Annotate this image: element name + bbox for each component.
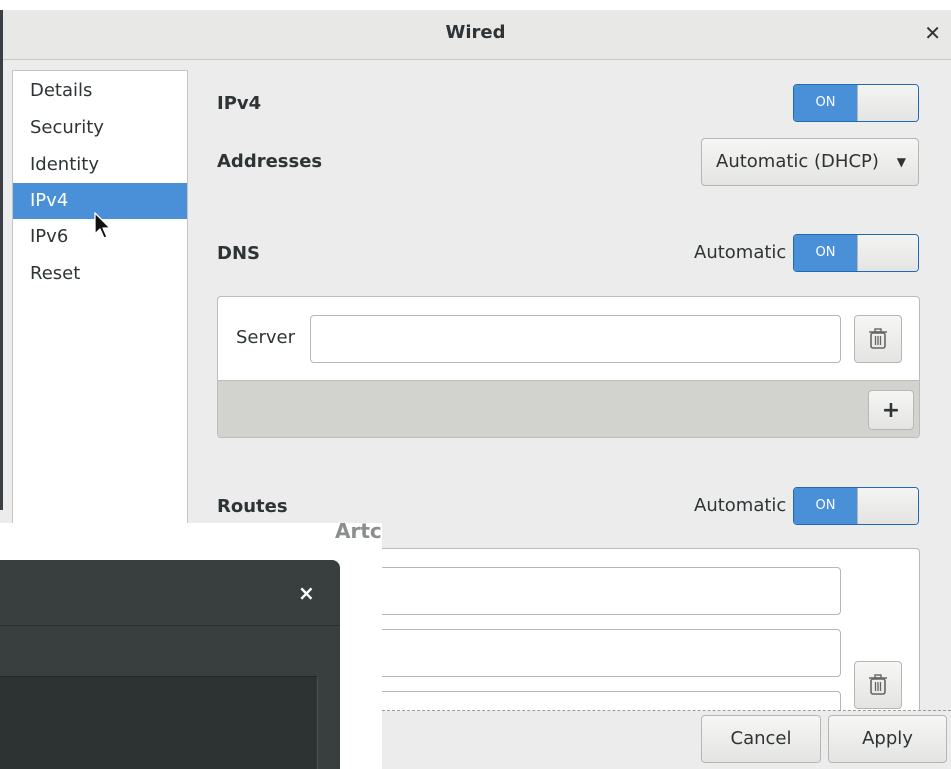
chevron-down-icon: ▼ (896, 155, 906, 169)
close-icon[interactable]: ✕ (924, 22, 941, 44)
cancel-button[interactable]: Cancel (701, 715, 821, 763)
switch-on-label: ON (794, 235, 857, 271)
addresses-dropdown[interactable]: Automatic (DHCP) ▼ (701, 138, 919, 186)
top-strip (0, 0, 951, 10)
ipv4-switch[interactable]: ON (793, 84, 919, 122)
add-server-button[interactable]: + (868, 390, 914, 430)
switch-knob (857, 235, 918, 271)
close-icon[interactable]: × (298, 581, 315, 605)
action-bar-divider (382, 710, 951, 711)
route-address-input[interactable] (308, 567, 841, 615)
routes-automatic-label: Automatic (694, 495, 787, 516)
trash-icon (869, 328, 887, 349)
dns-server-panel: Server + (217, 296, 920, 438)
routes-label: Routes (217, 496, 288, 517)
window-edge (0, 10, 3, 510)
ipv4-label: IPv4 (217, 93, 262, 114)
dark-window-content (0, 676, 318, 769)
sidebar-item-identity[interactable]: Identity (13, 147, 187, 183)
mouse-pointer-icon (94, 212, 111, 239)
sidebar-item-security[interactable]: Security (13, 110, 187, 146)
addresses-value: Automatic (DHCP) (716, 151, 879, 172)
switch-on-label: ON (794, 488, 857, 524)
header-divider (0, 625, 340, 626)
sidebar-item-reset[interactable]: Reset (13, 256, 187, 292)
sidebar-item-details[interactable]: Details (13, 73, 187, 109)
apply-button[interactable]: Apply (828, 715, 947, 763)
sidebar: Details Security Identity IPv4 IPv6 Rese… (12, 70, 188, 530)
delete-route-button[interactable] (854, 661, 902, 709)
dns-automatic-switch[interactable]: ON (793, 234, 919, 272)
switch-knob (857, 85, 918, 121)
background-window-title: Artc (335, 519, 382, 543)
addresses-label: Addresses (217, 151, 323, 172)
dns-server-input[interactable] (310, 315, 841, 363)
routes-automatic-switch[interactable]: ON (793, 487, 919, 525)
background-dark-window: × (0, 560, 340, 769)
dns-panel-toolbar: + (218, 380, 919, 437)
route-netmask-input[interactable] (308, 629, 841, 677)
window-title: Wired (445, 22, 506, 43)
trash-icon (869, 674, 887, 695)
titlebar: Wired ✕ (0, 10, 951, 60)
server-label: Server (236, 327, 296, 348)
switch-knob (857, 488, 918, 524)
dns-label: DNS (217, 243, 260, 264)
switch-on-label: ON (794, 85, 857, 121)
delete-server-button[interactable] (854, 315, 902, 363)
dns-automatic-label: Automatic (694, 242, 787, 263)
